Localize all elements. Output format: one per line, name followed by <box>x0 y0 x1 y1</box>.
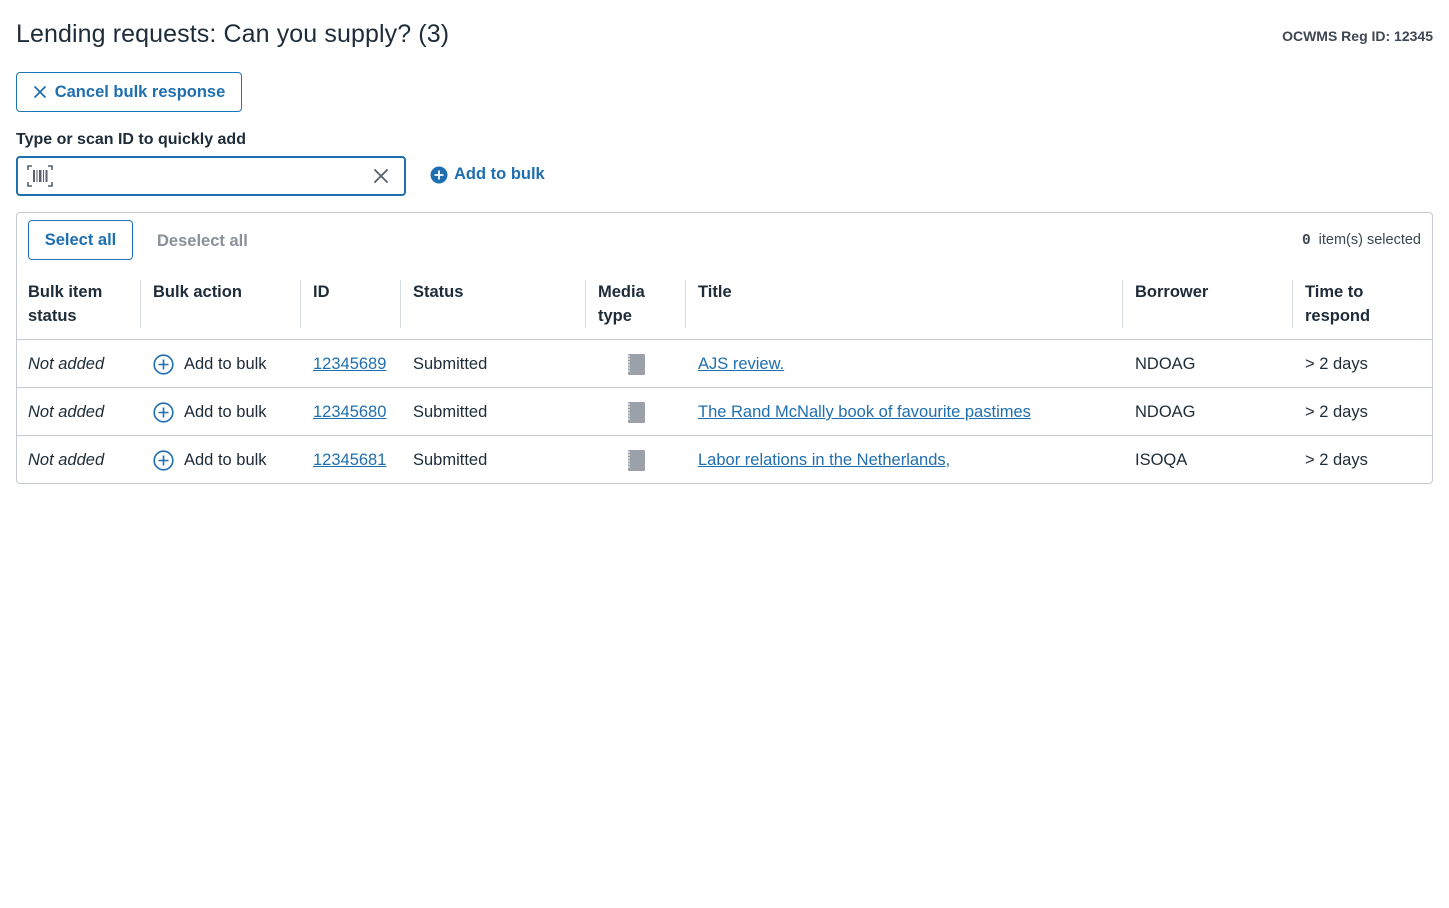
book-icon <box>627 354 645 375</box>
title-link[interactable]: AJS review. <box>698 352 784 376</box>
column-header-line: Title <box>698 283 732 301</box>
column-header-status: Status <box>413 280 463 304</box>
bulk-item-status-cell: Not added <box>28 403 105 421</box>
column-header-borrower: Borrower <box>1135 280 1208 304</box>
reg-id-label: OCWMS Reg ID: 12345 <box>1282 28 1433 44</box>
page-title: Lending requests: Can you supply? (3) <box>16 20 450 48</box>
column-header-line: ID <box>313 283 330 301</box>
column-divider <box>400 280 401 328</box>
plus-circle-icon <box>153 353 174 375</box>
cancel-bulk-response-button[interactable]: Cancel bulk response <box>16 72 242 112</box>
title-link[interactable]: The Rand McNally book of favourite pasti… <box>698 400 1031 424</box>
row-divider <box>17 339 1432 340</box>
column-header-line: Media <box>598 283 645 301</box>
time-to-respond-cell: > 2 days <box>1305 355 1368 373</box>
row-add-to-bulk-label: Add to bulk <box>184 403 267 421</box>
quick-add-field[interactable] <box>16 156 406 196</box>
column-header-media-type: Media type <box>598 280 645 328</box>
add-to-bulk-label: Add to bulk <box>454 165 545 183</box>
quick-add-input[interactable] <box>55 158 370 194</box>
cancel-bulk-label: Cancel bulk response <box>54 82 226 101</box>
select-all-button[interactable]: Select all <box>28 220 133 260</box>
request-id-link[interactable]: 12345680 <box>313 400 386 424</box>
time-to-respond-cell: > 2 days <box>1305 451 1368 469</box>
plus-circle-icon <box>153 449 174 471</box>
column-header-bulk-action: Bulk action <box>153 280 242 304</box>
column-header-line: status <box>28 307 77 325</box>
row-divider <box>17 387 1432 388</box>
column-header-line: Bulk item <box>28 283 103 301</box>
column-header-line: Time to <box>1305 283 1364 301</box>
request-id-link[interactable]: 12345689 <box>313 352 386 376</box>
column-header-line: type <box>598 307 632 325</box>
borrower-cell: NDOAG <box>1135 403 1196 421</box>
close-icon <box>33 86 46 98</box>
column-header-line: Borrower <box>1135 283 1209 301</box>
deselect-all-button[interactable]: Deselect all <box>157 232 248 251</box>
borrower-cell: NDOAG <box>1135 355 1196 373</box>
plus-circle-icon <box>153 401 174 423</box>
quick-add-label: Type or scan ID to quickly add <box>16 131 246 148</box>
column-header-line: Status <box>413 283 464 301</box>
column-header-id: ID <box>313 280 330 304</box>
row-add-to-bulk-label: Add to bulk <box>184 451 267 469</box>
selected-count: 0 item(s) selected <box>1302 232 1421 249</box>
column-divider <box>1122 280 1123 328</box>
column-divider <box>140 280 141 328</box>
lending-requests-panel: Select all Deselect all 0 item(s) selecte… <box>16 212 1433 484</box>
clear-input-icon[interactable] <box>370 165 392 187</box>
request-id-link[interactable]: 12345681 <box>313 448 386 472</box>
column-divider <box>300 280 301 328</box>
status-cell: Submitted <box>413 403 488 421</box>
column-header-line: respond <box>1305 307 1371 325</box>
status-cell: Submitted <box>413 451 488 469</box>
selected-count-number: 0 <box>1301 233 1311 249</box>
column-divider <box>1292 280 1293 328</box>
time-to-respond-cell: > 2 days <box>1305 403 1368 421</box>
row-divider <box>17 435 1432 436</box>
add-to-bulk-button[interactable]: Add to bulk <box>430 165 545 184</box>
barcode-icon <box>27 164 55 188</box>
column-header-time-to-respond: Time to respond <box>1305 280 1370 328</box>
bulk-item-status-cell: Not added <box>28 451 105 469</box>
row-add-to-bulk-button[interactable]: Add to bulk <box>153 448 267 472</box>
column-divider <box>685 280 686 328</box>
borrower-cell: ISOQA <box>1135 451 1188 469</box>
column-header-line: Bulk action <box>153 283 242 301</box>
column-header-title: Title <box>698 280 732 304</box>
book-icon <box>627 402 645 423</box>
column-divider <box>585 280 586 328</box>
column-header-bulk-item-status: Bulk item status <box>28 280 102 328</box>
row-add-to-bulk-button[interactable]: Add to bulk <box>153 352 267 376</box>
book-icon <box>627 450 645 471</box>
row-add-to-bulk-label: Add to bulk <box>184 355 267 373</box>
plus-circle-icon <box>430 166 448 183</box>
selected-count-suffix: item(s) selected <box>1318 232 1421 248</box>
status-cell: Submitted <box>413 355 488 373</box>
bulk-item-status-cell: Not added <box>28 355 105 373</box>
row-add-to-bulk-button[interactable]: Add to bulk <box>153 400 267 424</box>
title-link[interactable]: Labor relations in the Netherlands, <box>698 448 950 472</box>
